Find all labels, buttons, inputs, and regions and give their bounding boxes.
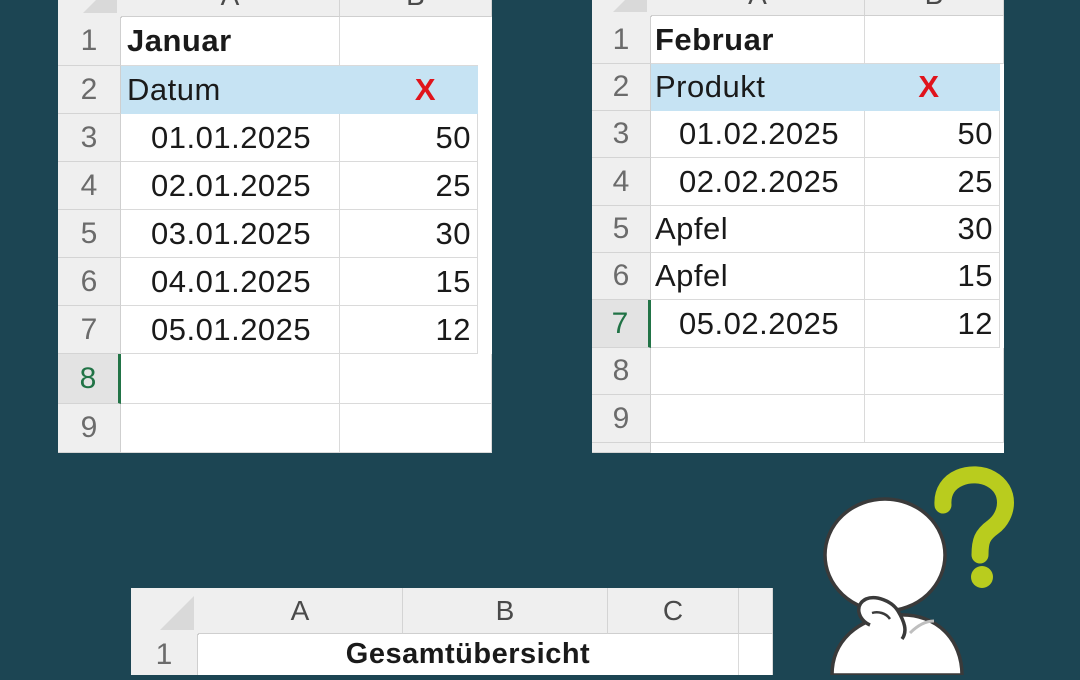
cell-a2-header[interactable]: Produkt <box>651 64 865 111</box>
cell-b1[interactable] <box>865 16 1004 64</box>
row-header-1[interactable]: 1 <box>592 16 651 64</box>
row-header-6[interactable]: 6 <box>592 253 651 300</box>
row-header-1[interactable]: 1 <box>131 634 198 675</box>
question-mark-icon <box>934 466 1014 588</box>
row-header-10-partial[interactable] <box>592 443 651 453</box>
cell-b5[interactable]: 30 <box>340 210 478 258</box>
row-header-4[interactable]: 4 <box>592 158 651 206</box>
column-header-c[interactable]: C <box>608 588 739 634</box>
cell-b5[interactable]: 30 <box>865 206 1000 253</box>
row-header-3[interactable]: 3 <box>58 114 121 162</box>
select-all-corner[interactable] <box>131 588 199 635</box>
cell-a7[interactable]: 05.01.2025 <box>121 306 340 354</box>
column-header-b[interactable]: B <box>865 0 1004 16</box>
row-header-4[interactable]: 4 <box>58 162 121 210</box>
cell-a1-title[interactable]: Januar <box>121 17 340 66</box>
cell-b8[interactable] <box>865 348 1004 395</box>
thinking-person-illustration <box>810 465 1080 677</box>
cell-a1-title[interactable]: Februar <box>651 16 865 64</box>
cell-a4[interactable]: 02.02.2025 <box>651 158 865 206</box>
cell-b9[interactable] <box>865 395 1004 443</box>
cell-b8[interactable] <box>340 354 492 404</box>
cell-b3[interactable]: 50 <box>340 114 478 162</box>
select-all-corner[interactable] <box>592 0 652 17</box>
x-mark: X <box>918 69 940 104</box>
row-header-9[interactable]: 9 <box>592 395 651 443</box>
cell-b2-header[interactable]: X <box>865 64 1000 111</box>
row-header-8[interactable]: 8 <box>592 348 651 395</box>
cell-a8[interactable] <box>651 348 865 395</box>
cell-a3[interactable]: 01.02.2025 <box>651 111 865 158</box>
row-header-5[interactable]: 5 <box>592 206 651 253</box>
row-header-7[interactable]: 7 <box>58 306 121 354</box>
cell-a3[interactable]: 01.01.2025 <box>121 114 340 162</box>
cell-a9[interactable] <box>651 395 865 443</box>
cell-b1[interactable] <box>340 17 492 66</box>
cell-a4[interactable]: 02.01.2025 <box>121 162 340 210</box>
sheet-februar: A B 1 2 3 4 5 6 7 8 9 Februar Produkt X … <box>592 0 1004 453</box>
cell-b7[interactable]: 12 <box>865 300 1000 348</box>
column-header-d-partial[interactable] <box>739 588 773 634</box>
cell-b7[interactable]: 12 <box>340 306 478 354</box>
cell-b3[interactable]: 50 <box>865 111 1000 158</box>
cell-d1[interactable] <box>739 634 773 675</box>
cell-a1-merged-title[interactable]: Gesamtübersicht <box>198 634 739 675</box>
cell-a7-active[interactable]: 05.02.2025 <box>651 300 865 348</box>
select-all-corner[interactable] <box>58 0 122 18</box>
row-header-1[interactable]: 1 <box>58 17 121 66</box>
cell-a2-header[interactable]: Datum <box>121 66 340 114</box>
row-header-8-selected[interactable]: 8 <box>58 354 121 404</box>
column-c-sliver <box>478 17 492 114</box>
row-header-2[interactable]: 2 <box>58 66 121 114</box>
cell-a8-active[interactable] <box>121 354 340 404</box>
row-header-7-selected[interactable]: 7 <box>592 300 651 348</box>
sheet-januar: A B 1 2 3 4 5 6 7 8 9 Januar Datum X 01.… <box>58 0 492 453</box>
row-header-9[interactable]: 9 <box>58 404 121 453</box>
cell-a5[interactable]: Apfel <box>651 206 865 253</box>
sheet-gesamtuebersicht: A B C 1 Gesamtübersicht <box>131 588 773 675</box>
cell-b4[interactable]: 25 <box>340 162 478 210</box>
cell-a9[interactable] <box>121 404 340 453</box>
thinking-person-icon <box>823 466 1014 677</box>
cell-b2-header[interactable]: X <box>340 66 478 114</box>
cell-b6[interactable]: 15 <box>340 258 478 306</box>
row-header-6[interactable]: 6 <box>58 258 121 306</box>
cell-a5[interactable]: 03.01.2025 <box>121 210 340 258</box>
x-mark: X <box>414 71 437 107</box>
column-header-b[interactable]: B <box>403 588 608 634</box>
cell-a6[interactable]: 04.01.2025 <box>121 258 340 306</box>
row-header-2[interactable]: 2 <box>592 64 651 111</box>
column-header-a[interactable]: A <box>121 0 340 17</box>
column-header-a[interactable]: A <box>198 588 403 634</box>
row-header-3[interactable]: 3 <box>592 111 651 158</box>
column-header-a[interactable]: A <box>651 0 865 16</box>
row-header-5[interactable]: 5 <box>58 210 121 258</box>
cell-b6[interactable]: 15 <box>865 253 1000 300</box>
column-header-b[interactable]: B <box>340 0 492 17</box>
cell-b9[interactable] <box>340 404 492 453</box>
cell-b4[interactable]: 25 <box>865 158 1000 206</box>
cell-a6[interactable]: Apfel <box>651 253 865 300</box>
